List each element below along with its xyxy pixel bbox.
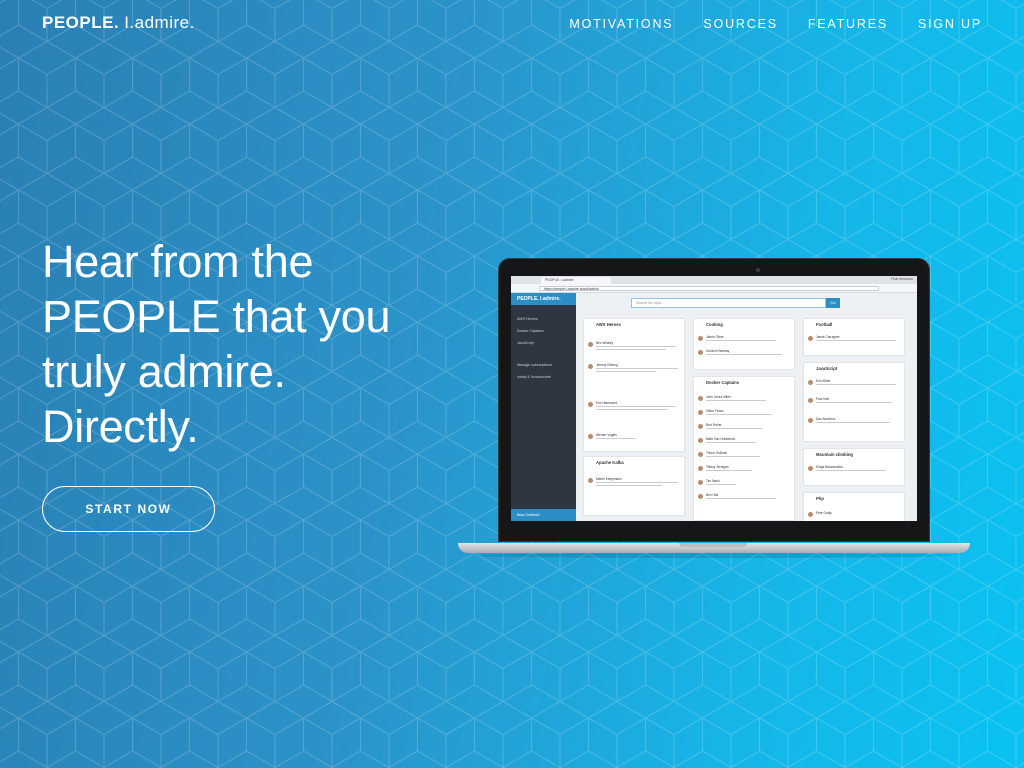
person-name: Jeremy Edberg <box>596 363 618 367</box>
browser-nav-icons <box>515 287 535 300</box>
headline-line: Hear from the <box>42 236 314 287</box>
topic-card: Apache Kafka Martin Kleppmann <box>583 456 685 516</box>
topic-card: Football Jamie Carragher <box>803 318 905 356</box>
person-name: Gordon Ramsay <box>706 349 730 353</box>
card-title: Football <box>816 322 833 327</box>
person-row: Kinga Baranowska <box>808 465 902 475</box>
person-name: Tiffany Jernigan <box>706 465 729 469</box>
headline-line: Directly. <box>42 401 199 452</box>
card-title: Cooking <box>706 322 723 327</box>
sidebar-item: Manage subscriptions <box>517 363 552 367</box>
topic-card: Php Pete Gobly <box>803 492 905 521</box>
sidebar-item: AWS Heroes <box>517 317 538 321</box>
nav-link-features[interactable]: FEATURES <box>808 17 888 31</box>
person-row: John Jones Miller <box>698 395 792 405</box>
person-row: Martin Kleppmann <box>588 477 682 487</box>
topic-card: Cooking Jamie Oliver Gordon Ramsay <box>693 318 795 370</box>
person-row: Tim Nash <box>698 479 792 489</box>
person-name: Eric Hammond <box>596 401 618 405</box>
person-name: Eric Elliott <box>816 379 831 383</box>
nav-link-sources[interactable]: SOURCES <box>703 17 777 31</box>
brand-logo[interactable]: PEOPLE. I.admire. <box>42 13 195 33</box>
brand-bold: PEOPLE. <box>42 13 120 32</box>
app-logo: PEOPLE. I.admire. <box>511 293 576 305</box>
person-row: Gordon Ramsay <box>698 349 792 359</box>
person-name: Ben Whaley <box>596 341 614 345</box>
hero-headline: Hear from the PEOPLE that you truly admi… <box>42 234 462 454</box>
nav-links: MOTIVATIONS SOURCES FEATURES SIGN UP <box>569 17 982 31</box>
person-row: Jamie Oliver <box>698 335 792 345</box>
person-name: Trevor Sullivan <box>706 451 728 455</box>
card-title: Mountain climbing <box>816 452 853 457</box>
person-row: Ben Hall <box>698 493 792 503</box>
person-name: Viktor Farcic <box>706 409 724 413</box>
person-row: Paul Irish <box>808 397 902 407</box>
person-row: Ben Whaley <box>588 341 682 351</box>
card-title: Apache Kafka <box>596 460 624 465</box>
card-title: JavaScript <box>816 366 838 371</box>
app-screenshot: PEOPLE. I.admire Piotr Antoniou https://… <box>511 276 917 521</box>
topic-card: AWS Heroes Ben Whaley Jeremy Edberg Eric… <box>583 318 685 452</box>
person-name: Pete Gobly <box>816 511 832 515</box>
sidebar-item: JavaScript <box>517 341 534 345</box>
sidebar-item: Docker Captains <box>517 329 544 333</box>
browser-url-bar: https://people-i-admire.cloud/admin <box>511 284 917 300</box>
app-sidebar: PEOPLE. I.admire. AWS Heroes Docker Capt… <box>511 293 576 521</box>
browser-user: Piotr Antoniou <box>891 277 913 281</box>
brand-light: I.admire. <box>124 13 195 32</box>
person-row: Mark Van Holsbeeck <box>698 437 792 447</box>
topic-card: JavaScript Eric Elliott Paul Irish Dan A… <box>803 362 905 442</box>
sidebar-item: Install & Unsubscribe <box>517 375 551 379</box>
browser-url: https://people-i-admire.cloud/admin <box>539 286 879 291</box>
person-row: Werner Vogels <box>588 433 682 443</box>
sidebar-footer: Brian Dubinski <box>511 509 576 521</box>
laptop-shadow <box>476 553 952 558</box>
person-name: Werner Vogels <box>596 433 617 437</box>
start-now-button[interactable]: START NOW <box>42 486 215 532</box>
card-title: Php <box>816 496 824 501</box>
person-name: Jamie Carragher <box>816 335 840 339</box>
laptop-mockup: PEOPLE. I.admire Piotr Antoniou https://… <box>456 256 970 560</box>
person-row: Jeremy Edberg <box>588 363 682 373</box>
person-name: Bret Fisher <box>706 423 722 427</box>
card-title: AWS Heroes <box>596 322 621 327</box>
browser-tab: PEOPLE. I.admire <box>541 277 611 284</box>
person-name: Mark Van Holsbeeck <box>706 437 736 441</box>
person-name: Tim Nash <box>706 479 720 483</box>
person-name: Jamie Oliver <box>706 335 724 339</box>
card-title: Docker Captains <box>706 380 740 385</box>
browser-tab-bar: PEOPLE. I.admire Piotr Antoniou <box>511 276 917 284</box>
laptop-notch <box>679 543 747 547</box>
headline-line: PEOPLE that you <box>42 291 391 342</box>
person-row: Eric Elliott <box>808 379 902 389</box>
camera-icon <box>756 268 760 272</box>
person-row: Pete Gobly <box>808 511 902 521</box>
app-search-button: Go! <box>826 298 840 308</box>
person-row: Dan Abramov <box>808 417 902 427</box>
person-row: Viktor Farcic <box>698 409 792 419</box>
person-name: John Jones Miller <box>706 395 731 399</box>
app-search-input: Search for topic... <box>631 298 826 308</box>
person-name: Ben Hall <box>706 493 719 497</box>
top-navigation: PEOPLE. I.admire. MOTIVATIONS SOURCES FEA… <box>0 0 1024 50</box>
person-row: Tiffany Jernigan <box>698 465 792 475</box>
person-name: Martin Kleppmann <box>596 477 622 481</box>
topic-card: Docker Captains John Jones Miller Viktor… <box>693 376 795 521</box>
nav-link-motivations[interactable]: MOTIVATIONS <box>569 17 673 31</box>
person-row: Bret Fisher <box>698 423 792 433</box>
person-row: Eric Hammond <box>588 401 682 411</box>
person-row: Trevor Sullivan <box>698 451 792 461</box>
person-row: Jamie Carragher <box>808 335 902 345</box>
person-name: Kinga Baranowska <box>816 465 843 469</box>
person-name: Dan Abramov <box>816 417 836 421</box>
nav-link-sign-up[interactable]: SIGN UP <box>918 17 982 31</box>
topic-card: Mountain climbing Kinga Baranowska <box>803 448 905 486</box>
headline-line: truly admire. <box>42 346 286 397</box>
person-name: Paul Irish <box>816 397 830 401</box>
